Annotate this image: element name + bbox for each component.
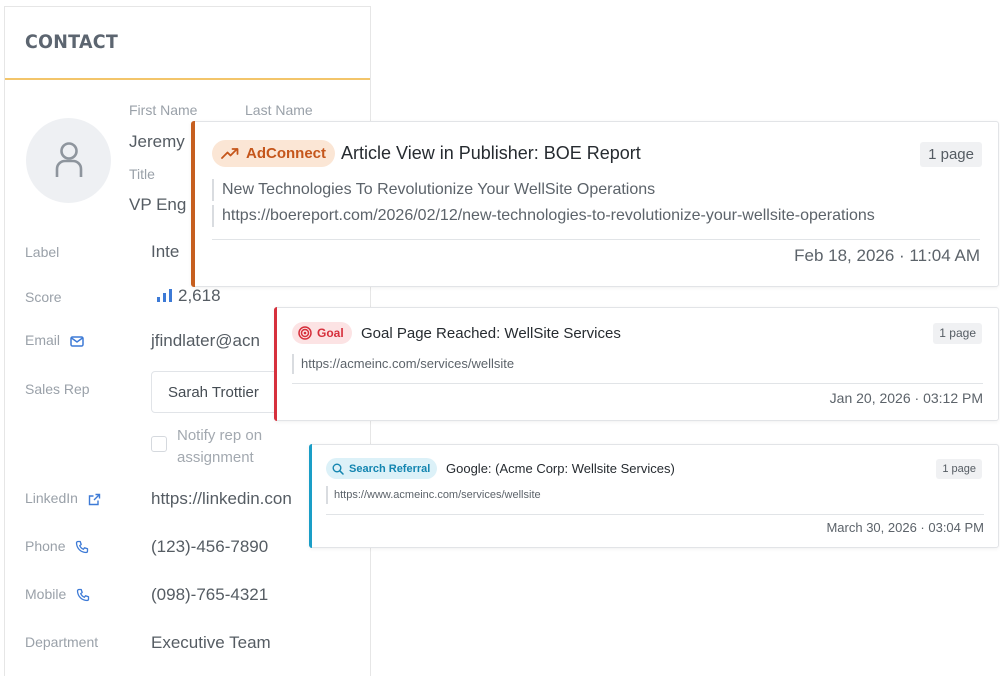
sales-rep-value: Sarah Trottier — [168, 384, 259, 401]
card-divider — [326, 514, 984, 515]
last-name-label: Last Name — [245, 102, 313, 118]
phone-value[interactable]: (123)-456-7890 — [151, 537, 268, 557]
mobile-label: Mobile — [25, 586, 67, 602]
title-label: Title — [129, 166, 155, 182]
badge-label: Goal — [317, 326, 344, 340]
search-referral-badge: Search Referral — [326, 458, 438, 479]
linkedin-label: LinkedIn — [25, 490, 78, 506]
email-label-row: Email — [25, 332, 84, 348]
activity-title: Google: (Acme Corp: Wellsite Services) — [446, 461, 675, 476]
bar-chart-icon — [157, 289, 172, 302]
department-label: Department — [25, 634, 99, 650]
notify-rep-label[interactable]: Notify rep on assignment — [177, 425, 297, 469]
article-title: New Technologies To Revolutionize Your W… — [212, 179, 655, 201]
phone-icon[interactable] — [76, 588, 90, 602]
score-label: Score — [25, 289, 62, 305]
phone-label: Phone — [25, 538, 66, 554]
email-value[interactable]: jfindlater@acn — [151, 331, 260, 351]
article-url[interactable]: https://boereport.com/2026/02/12/new-tec… — [212, 205, 875, 227]
activity-timestamp: March 30, 2026 · 03:04 PM — [826, 520, 984, 535]
card-accent-bar — [309, 444, 312, 548]
activity-timestamp: Jan 20, 2026 · 03:12 PM — [829, 390, 983, 406]
activity-card-adconnect[interactable]: AdConnect Article View in Publisher: BOE… — [191, 121, 999, 287]
linkedin-label-row: LinkedIn — [25, 490, 101, 506]
activity-card-goal[interactable]: Goal Goal Page Reached: WellSite Service… — [274, 307, 999, 421]
card-accent-bar — [274, 307, 277, 421]
page-count-badge: 1 page — [933, 323, 982, 344]
label-field-value[interactable]: Inte — [151, 242, 179, 262]
target-icon — [298, 326, 312, 340]
contact-title: CONTACT — [25, 31, 119, 53]
email-label: Email — [25, 332, 61, 348]
mail-icon[interactable] — [70, 336, 84, 347]
badge-label: AdConnect — [246, 145, 326, 162]
search-icon — [332, 463, 344, 475]
score-value-row: 2,618 — [156, 286, 221, 306]
badge-label: Search Referral — [349, 462, 431, 475]
card-divider — [292, 383, 983, 384]
page-count-badge: 1 page — [936, 459, 982, 479]
linkedin-value[interactable]: https://linkedin.con — [151, 489, 292, 509]
screen: CONTACT First Name Last Name Jeremy Titl… — [0, 0, 1000, 676]
card-accent-bar — [191, 121, 195, 287]
mobile-value[interactable]: (098)-765-4321 — [151, 585, 268, 605]
first-name-label: First Name — [129, 102, 198, 118]
page-count-badge: 1 page — [920, 142, 982, 167]
goal-url[interactable]: https://acmeinc.com/services/wellsite — [292, 354, 514, 374]
activity-card-search-referral[interactable]: Search Referral Google: (Acme Corp: Well… — [309, 444, 999, 548]
goal-badge: Goal — [292, 322, 352, 344]
label-field-label: Label — [25, 244, 60, 260]
user-icon — [55, 142, 83, 177]
phone-icon[interactable] — [75, 540, 89, 554]
sales-rep-label: Sales Rep — [25, 381, 90, 397]
referral-url[interactable]: https://www.acmeinc.com/services/wellsit… — [326, 486, 541, 504]
trending-up-icon — [221, 148, 239, 159]
mobile-label-row: Mobile — [25, 586, 90, 602]
activity-title: Article View in Publisher: BOE Report — [341, 143, 641, 163]
department-value[interactable]: Executive Team — [151, 633, 271, 653]
score-value: 2,618 — [178, 286, 221, 305]
contact-header: CONTACT — [5, 7, 370, 80]
card-divider — [212, 239, 980, 240]
external-link-icon[interactable] — [88, 493, 101, 506]
activity-title: Goal Page Reached: WellSite Services — [361, 325, 621, 342]
activity-timestamp: Feb 18, 2026 · 11:04 AM — [794, 246, 980, 265]
adconnect-badge: AdConnect — [212, 140, 335, 167]
avatar[interactable] — [26, 118, 111, 203]
title-value[interactable]: VP Eng — [129, 195, 186, 215]
notify-rep-checkbox[interactable] — [151, 436, 167, 452]
first-name-value[interactable]: Jeremy — [129, 132, 185, 152]
phone-label-row: Phone — [25, 538, 89, 554]
